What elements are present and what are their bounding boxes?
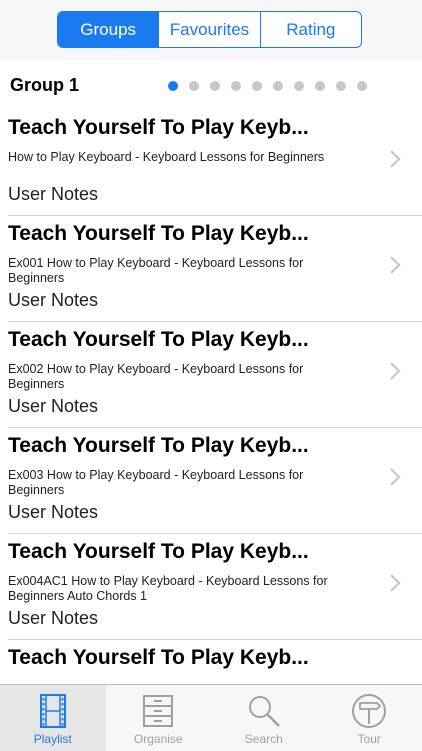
tab-tour[interactable]: Tour (317, 685, 422, 751)
page-dot[interactable] (168, 81, 178, 91)
segment-favourites[interactable]: Favourites (158, 12, 259, 47)
page-dot[interactable] (231, 81, 241, 91)
item-title: Teach Yourself To Play Keyb... (8, 116, 309, 140)
page-dot[interactable] (189, 81, 199, 91)
list-item[interactable]: Teach Yourself To Play Keyb... Ex001 How… (8, 216, 422, 322)
list-item[interactable]: Teach Yourself To Play Keyb... Ex002 How… (8, 322, 422, 428)
item-subtitle: Ex004AC1 How to Play Keyboard - Keyboard… (8, 574, 353, 604)
item-subtitle: Ex003 How to Play Keyboard - Keyboard Le… (8, 468, 353, 498)
item-title: Teach Yourself To Play Keyb... (8, 434, 309, 458)
playlist-list: Teach Yourself To Play Keyb... How to Pl… (0, 110, 422, 746)
tab-bar: Playlist Organise Search Tour (0, 684, 422, 751)
chevron-right-icon (388, 572, 402, 594)
item-notes: User Notes (8, 290, 98, 311)
list-item[interactable]: Teach Yourself To Play Keyb... How to Pl… (8, 110, 422, 216)
tab-playlist-label: Playlist (34, 732, 72, 746)
list-item[interactable]: Teach Yourself To Play Keyb... Ex004AC1 … (8, 534, 422, 640)
tab-organise[interactable]: Organise (106, 685, 212, 751)
segment-groups[interactable]: Groups (58, 12, 158, 47)
list-item[interactable]: Teach Yourself To Play Keyb... Ex003 How… (8, 428, 422, 534)
item-subtitle: Ex001 How to Play Keyboard - Keyboard Le… (8, 256, 353, 286)
item-title: Teach Yourself To Play Keyb... (8, 646, 309, 670)
page-dot[interactable] (336, 81, 346, 91)
tab-organise-label: Organise (134, 732, 183, 746)
item-title: Teach Yourself To Play Keyb... (8, 328, 309, 352)
page-indicator[interactable] (168, 81, 367, 91)
film-strip-icon (35, 693, 71, 729)
item-title: Teach Yourself To Play Keyb... (8, 540, 309, 564)
item-notes: User Notes (8, 608, 98, 629)
item-notes: User Notes (8, 184, 98, 205)
chevron-right-icon (388, 254, 402, 276)
chevron-right-icon (388, 360, 402, 382)
page-dot[interactable] (252, 81, 262, 91)
top-bar: Groups Favourites Rating (0, 0, 422, 60)
group-header: Group 1 (0, 60, 422, 110)
group-title: Group 1 (10, 75, 79, 96)
item-title: Teach Yourself To Play Keyb... (8, 222, 309, 246)
search-icon (246, 693, 282, 729)
item-notes: User Notes (8, 396, 98, 417)
chevron-right-icon (388, 466, 402, 488)
page-dot[interactable] (273, 81, 283, 91)
page-dot[interactable] (357, 81, 367, 91)
page-dot[interactable] (210, 81, 220, 91)
cabinet-icon (140, 693, 176, 729)
tab-search[interactable]: Search (211, 685, 317, 751)
item-notes: User Notes (8, 502, 98, 523)
segmented-control: Groups Favourites Rating (57, 11, 362, 48)
chevron-right-icon (388, 148, 402, 170)
tab-playlist[interactable]: Playlist (0, 685, 106, 751)
item-subtitle: Ex002 How to Play Keyboard - Keyboard Le… (8, 362, 353, 392)
tab-tour-label: Tour (358, 732, 381, 746)
page-dot[interactable] (294, 81, 304, 91)
tab-search-label: Search (245, 732, 283, 746)
signpost-icon (351, 693, 387, 729)
segment-rating[interactable]: Rating (260, 12, 361, 47)
item-subtitle: How to Play Keyboard - Keyboard Lessons … (8, 150, 353, 165)
page-dot[interactable] (315, 81, 325, 91)
